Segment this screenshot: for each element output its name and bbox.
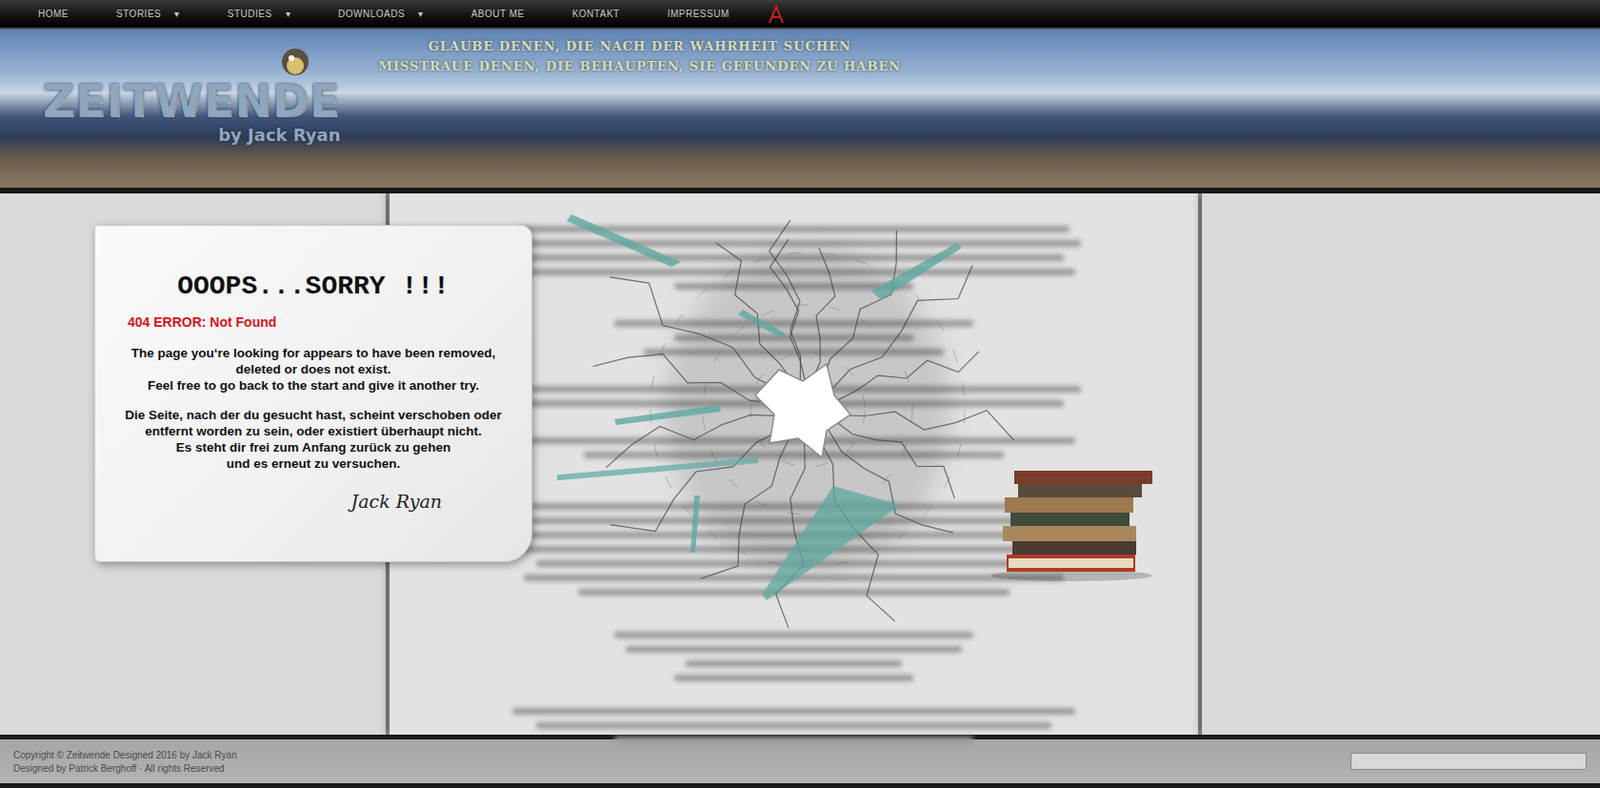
blurred-line bbox=[506, 240, 1082, 247]
blurred-line bbox=[625, 645, 961, 653]
footer-line: Copyright © Zeitwende Designed 2016 by J… bbox=[13, 749, 238, 760]
caret: ▾ bbox=[418, 8, 424, 20]
tagline-line: MISSTRAUE DENEN, DIE BEHAUPTEN, SIE GEFU… bbox=[379, 59, 902, 74]
blurred-line bbox=[578, 588, 1010, 596]
nav-item[interactable]: DOWNLOADS▾ bbox=[338, 8, 424, 20]
blurred-line bbox=[506, 385, 1082, 393]
error-card: OOOPS...SORRY !!! 404 ERROR: Not Found The… bbox=[94, 224, 533, 562]
blurred-line bbox=[536, 560, 1052, 567]
nav-item[interactable]: STORIES▾ bbox=[116, 8, 180, 20]
footer-line: Designed by Patrick Berghoff · All right… bbox=[13, 762, 238, 774]
blurred-line bbox=[614, 736, 974, 743]
blurred-line bbox=[583, 451, 1003, 459]
message-line: The page you‘re looking for appears to h… bbox=[131, 344, 497, 361]
blurred-line bbox=[512, 545, 1076, 553]
blurred-line bbox=[512, 707, 1076, 715]
caret: ▾ bbox=[174, 8, 180, 20]
nav-item[interactable]: STUDIES▾ bbox=[227, 8, 291, 20]
footer-box bbox=[1350, 752, 1587, 770]
blurred-line bbox=[674, 674, 915, 681]
bird-icon bbox=[278, 44, 313, 80]
message-line: und es erneut zu versuchen. bbox=[226, 455, 400, 472]
nav-item[interactable]: HOME bbox=[38, 8, 69, 20]
nav-bar: HOME STORIES▾ STUDIES▾ DOWNLOADS▾ ABOUT ME KO… bbox=[0, 0, 1600, 30]
blurred-line bbox=[674, 334, 915, 341]
error-code: 404 ERROR: Not Found bbox=[127, 314, 277, 330]
blurred-line bbox=[518, 225, 1070, 233]
blurred-line bbox=[685, 660, 901, 667]
tagline: GLAUBE DENEN, DIE NACH DER WAHRHEIT SUCH… bbox=[379, 35, 902, 74]
blurred-line bbox=[512, 437, 1076, 444]
blurred-line bbox=[614, 631, 974, 639]
blurred-line bbox=[614, 320, 974, 327]
english-message: The page you‘re looking for appears to h… bbox=[131, 344, 497, 394]
shattered-glass-icon bbox=[557, 171, 1015, 648]
blurred-line bbox=[643, 348, 944, 356]
tagline-line: GLAUBE DENEN, DIE NACH DER WAHRHEIT SUCH… bbox=[428, 39, 852, 54]
signature: Jack Ryan bbox=[351, 490, 442, 512]
message-line: Es steht dir frei zum Anfang zurück zu g… bbox=[176, 439, 451, 456]
header-banner: ZEITWENDEby Jack Ryan GLAUBE DENEN, DIE N… bbox=[0, 29, 1600, 194]
blurred-line bbox=[536, 721, 1052, 729]
blurred-line bbox=[523, 400, 1063, 407]
blurred-line bbox=[523, 254, 1063, 261]
page: HOME STORIES▾ STUDIES▾ DOWNLOADS▾ ABOUT ME KO… bbox=[0, 0, 1600, 788]
right-column bbox=[1201, 193, 1600, 735]
red-logo-icon bbox=[767, 4, 785, 24]
blurred-line bbox=[518, 517, 1070, 524]
caret: ▾ bbox=[285, 8, 292, 20]
message-line: Feel free to go back to the start and gi… bbox=[147, 377, 480, 394]
message-line: Die Seite, nach der du gesucht hast, sch… bbox=[124, 406, 501, 423]
footer-text: Copyright © Zeitwende Designed 2016 by J… bbox=[13, 749, 238, 774]
nav-item[interactable]: KONTAKT bbox=[572, 8, 620, 20]
books-icon bbox=[976, 462, 1162, 587]
byline: by Jack Ryan bbox=[218, 124, 340, 145]
blurred-line bbox=[674, 282, 915, 290]
blurred-line bbox=[523, 574, 1063, 581]
german-message: Die Seite, nach der du gesucht hast, sch… bbox=[124, 406, 501, 472]
blurred-line bbox=[530, 502, 1059, 510]
blurred-line bbox=[512, 268, 1076, 276]
logo-text: ZEITWENDE bbox=[42, 79, 341, 123]
error-title: OOOPS...SORRY !!! bbox=[177, 271, 450, 301]
message-line: entfernt worden zu sein, oder existiert … bbox=[144, 422, 481, 440]
nav-item[interactable]: ABOUT ME bbox=[471, 8, 525, 20]
logo[interactable]: ZEITWENDEby Jack Ryan bbox=[42, 35, 341, 145]
nav-item[interactable]: IMPRESSUM bbox=[667, 8, 730, 20]
message-line: deleted or does not exist. bbox=[236, 360, 392, 378]
blurred-line bbox=[523, 531, 1063, 539]
